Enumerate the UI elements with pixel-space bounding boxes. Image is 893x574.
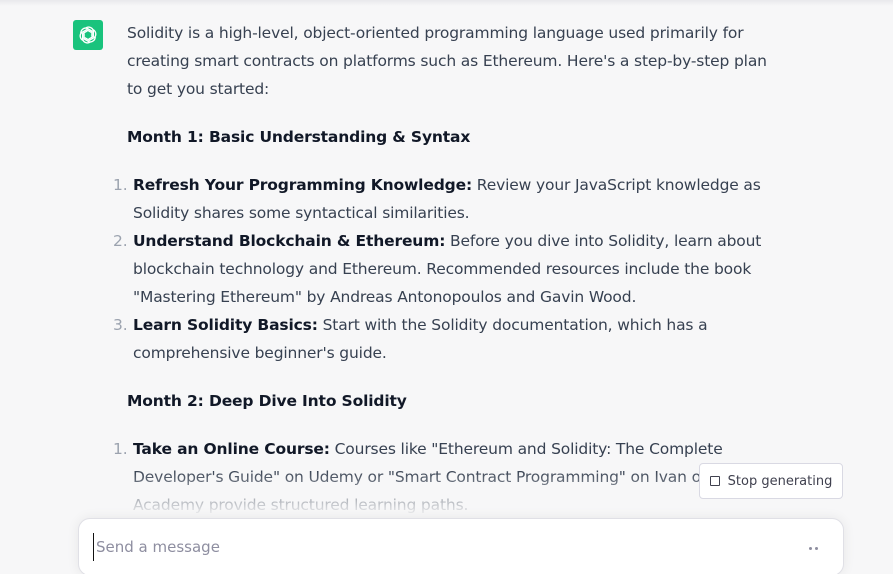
list-number: 3.: [113, 316, 128, 334]
list-item-title: Learn Solidity Basics:: [133, 316, 318, 334]
list-item-title: Understand Blockchain & Ethereum:: [133, 232, 446, 250]
chat-page: Solidity is a high-level, object-oriente…: [0, 0, 893, 574]
month-1-list: 1. Refresh Your Programming Knowledge: Re…: [113, 171, 777, 367]
list-number: 1.: [113, 440, 128, 458]
ellipsis-icon: [809, 547, 818, 550]
dot: [815, 547, 818, 550]
list-number: 2.: [113, 232, 128, 250]
stop-generating-label: Stop generating: [727, 473, 833, 489]
list-item-title: Refresh Your Programming Knowledge:: [133, 176, 473, 194]
list-number: 1.: [113, 176, 128, 194]
assistant-avatar: [73, 20, 103, 50]
message-composer: [78, 518, 844, 574]
assistant-message: Solidity is a high-level, object-oriente…: [113, 19, 777, 539]
top-fade: [0, 0, 893, 6]
list-item-title: Take an Online Course:: [133, 440, 330, 458]
dot: [809, 547, 812, 550]
stop-generating-button[interactable]: Stop generating: [699, 463, 843, 499]
month-2-heading: Month 2: Deep Dive Into Solidity: [127, 392, 407, 410]
month-1-heading: Month 1: Basic Understanding & Syntax: [127, 128, 471, 146]
stop-square-icon: [709, 476, 720, 486]
message-input[interactable]: [93, 533, 776, 561]
intro-paragraph: Solidity is a high-level, object-oriente…: [127, 24, 767, 98]
list-item: 1. Refresh Your Programming Knowledge: Re…: [113, 171, 777, 227]
list-item: 2. Understand Blockchain & Ethereum: Befo…: [113, 227, 777, 311]
openai-logo-icon: [79, 26, 97, 44]
list-item: 3. Learn Solidity Basics: Start with the …: [113, 311, 777, 367]
